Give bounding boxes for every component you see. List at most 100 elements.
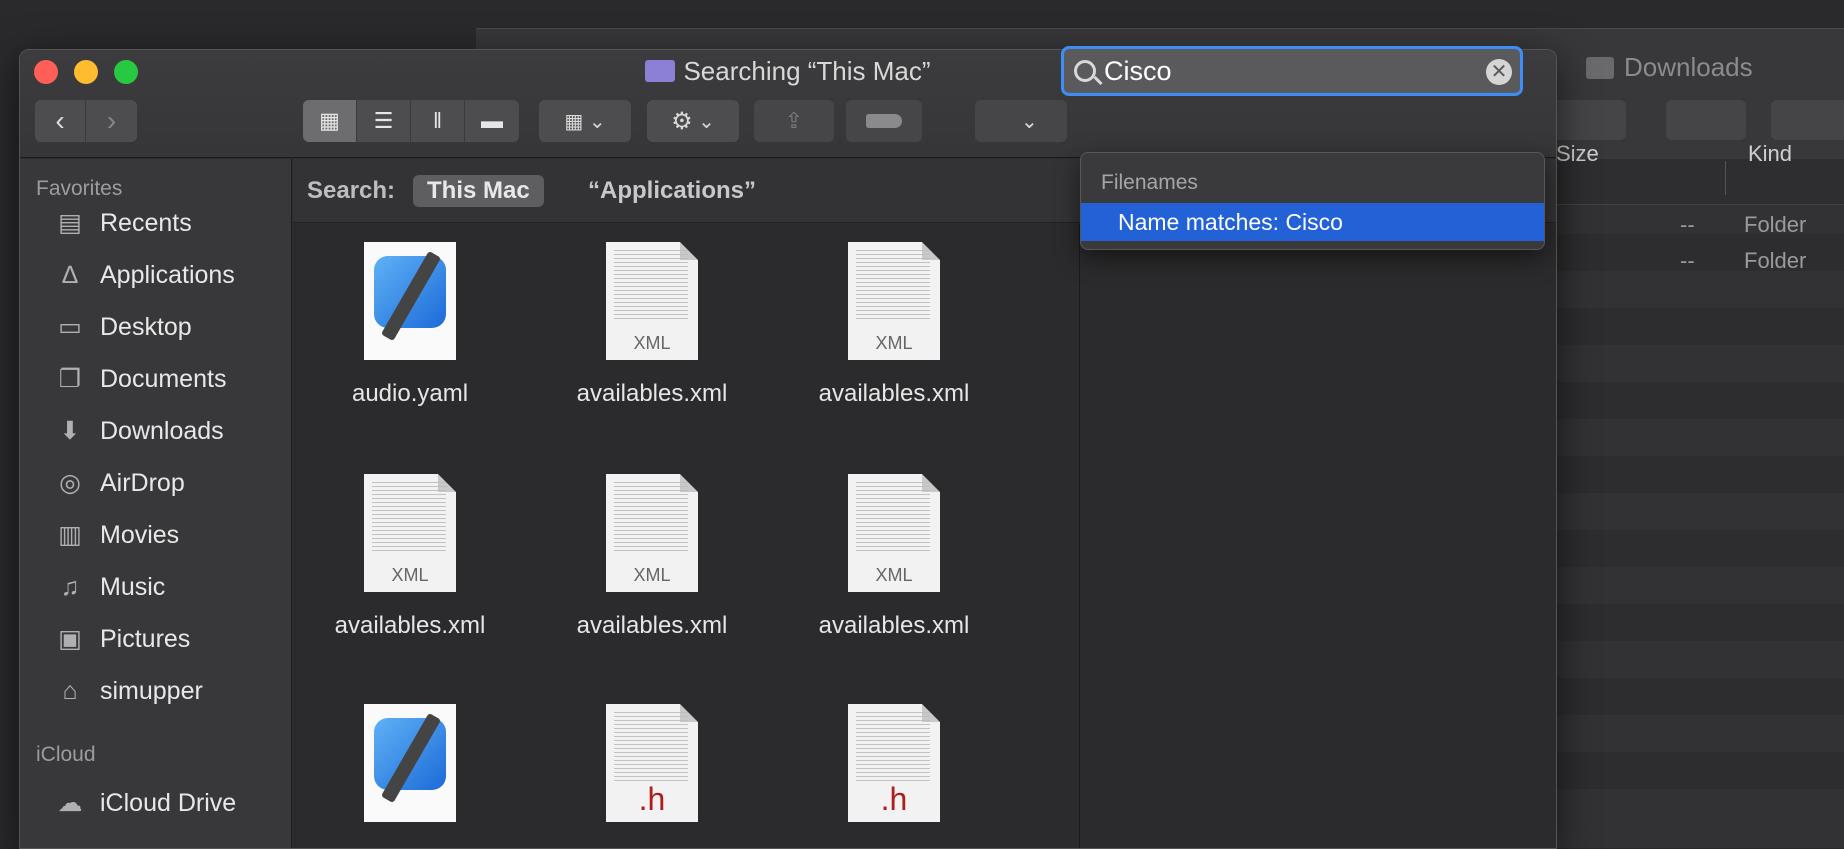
kind-column-header[interactable]: Kind <box>1748 141 1792 167</box>
list-icon: ☰ <box>373 108 394 133</box>
preview-pane <box>1079 224 1556 848</box>
sidebar-item-pictures[interactable]: ▣ Pictures <box>52 617 190 661</box>
xcode-document-icon <box>364 704 456 822</box>
sidebar-item-downloads[interactable]: ⬇ Downloads <box>52 409 224 453</box>
tags-button[interactable] <box>846 100 922 142</box>
cloud-icon: ☁ <box>57 789 83 817</box>
file-name: availables.xml <box>576 380 728 407</box>
file-grid: audio.yaml XML availables.xml XML availa… <box>293 224 1078 848</box>
share-icon: ⇪ <box>784 108 804 133</box>
search-scope-label: Search: <box>307 177 396 204</box>
file-item[interactable]: audio.yaml <box>300 242 520 408</box>
file-item[interactable]: XML availables.xml <box>300 474 520 640</box>
home-icon: ⌂ <box>62 676 78 705</box>
chevron-down-icon: ⌄ <box>698 110 715 133</box>
search-field[interactable]: ✕ <box>1061 46 1523 96</box>
file-item[interactable]: .h <box>542 704 762 842</box>
sidebar-item-applications[interactable]: ∆ Applications <box>52 253 234 297</box>
search-suggestions-menu: Filenames Name matches: Cisco <box>1080 152 1545 250</box>
file-item[interactable]: XML availables.xml <box>784 242 1004 408</box>
icon-view-button[interactable]: ▦ <box>303 100 357 142</box>
list-view-button[interactable]: ☰ <box>357 100 411 142</box>
background-share-button <box>1666 100 1746 140</box>
scope-applications-button[interactable]: “Applications” <box>588 177 756 205</box>
row-kind: Folder <box>1744 248 1807 273</box>
file-item[interactable]: XML availables.xml <box>542 474 762 640</box>
gallery-icon: ▬ <box>481 108 503 133</box>
xcode-document-icon <box>364 242 456 360</box>
sidebar-heading-icloud: iCloud <box>36 743 96 766</box>
row-kind: Folder <box>1744 212 1807 237</box>
gear-icon: ⚙ <box>671 107 693 135</box>
forward-button[interactable]: › <box>86 100 137 142</box>
file-name: availables.xml <box>818 380 970 407</box>
search-icon <box>1074 60 1103 86</box>
chevron-left-icon: ‹ <box>55 105 65 136</box>
header-file-icon: .h <box>848 704 940 822</box>
file-item[interactable]: XML availables.xml <box>784 474 1004 640</box>
sidebar-item-music[interactable]: ♫ Music <box>52 565 166 609</box>
file-item[interactable]: XML availables.xml <box>542 242 762 408</box>
tag-icon <box>866 114 902 128</box>
scope-this-mac-button[interactable]: This Mac <box>413 175 544 207</box>
background-tag-button <box>1771 100 1844 140</box>
sidebar-item-documents[interactable]: ❐ Documents <box>52 357 227 401</box>
sidebar-item-recents[interactable]: ▤ Recents <box>52 201 192 245</box>
action-menu-button[interactable]: ⚙ ⌄ <box>647 100 739 142</box>
xml-document-icon: XML <box>848 474 940 592</box>
size-column-header[interactable]: Size <box>1556 141 1599 167</box>
share-button[interactable]: ⇪ <box>754 100 834 142</box>
movies-icon: ▥ <box>58 521 82 549</box>
grid-icon: ▦ <box>319 108 340 133</box>
gallery-view-button[interactable]: ▬ <box>465 100 519 142</box>
file-item[interactable]: .h <box>784 704 1004 842</box>
pictures-icon: ▣ <box>58 625 82 653</box>
airdrop-icon: ◎ <box>59 469 81 497</box>
grid-icon: ▦ <box>564 110 584 133</box>
recents-icon: ▤ <box>58 209 82 237</box>
suggestions-section-heading: Filenames <box>1101 171 1198 194</box>
smart-folder-icon <box>645 60 676 82</box>
music-icon: ♫ <box>60 572 80 601</box>
group-by-button[interactable]: ▦ ⌄ <box>539 100 631 142</box>
header-file-icon: .h <box>606 704 698 822</box>
folder-icon <box>1586 56 1614 79</box>
chevron-down-icon: ⌄ <box>588 110 606 133</box>
file-item[interactable] <box>300 704 520 842</box>
row-size: -- <box>1680 248 1695 273</box>
columns-icon: ‖ <box>432 108 443 133</box>
xml-document-icon: XML <box>848 242 940 360</box>
xml-document-icon: XML <box>364 474 456 592</box>
background-action-button <box>1546 100 1626 140</box>
sidebar-item-movies[interactable]: ▥ Movies <box>52 513 179 557</box>
sidebar: Favorites ▤ Recents ∆ Applications ▭ Deskto… <box>20 159 292 848</box>
suggestion-name-matches[interactable]: Name matches: Cisco <box>1081 203 1544 241</box>
search-input[interactable] <box>1104 55 1464 87</box>
background-window-title: Downloads <box>1586 52 1753 83</box>
applications-icon: ∆ <box>62 260 78 289</box>
view-mode-selector: ▦ ☰ ‖ ▬ <box>303 100 519 142</box>
chevron-right-icon: › <box>106 105 117 136</box>
sidebar-item-icloud-drive[interactable]: ☁ iCloud Drive <box>52 781 237 825</box>
file-name: audio.yaml <box>351 380 469 407</box>
sidebar-item-home[interactable]: ⌂ simupper <box>52 669 202 713</box>
sidebar-heading-favorites: Favorites <box>36 177 123 200</box>
xml-document-icon: XML <box>606 474 698 592</box>
column-view-button[interactable]: ‖ <box>411 100 465 142</box>
clear-search-button[interactable]: ✕ <box>1486 59 1512 85</box>
downloads-icon: ⬇ <box>59 417 81 445</box>
file-name: availables.xml <box>818 612 970 639</box>
xml-document-icon: XML <box>606 242 698 360</box>
navigation-buttons: ‹ › <box>35 100 137 142</box>
row-size: -- <box>1680 212 1695 237</box>
desktop-icon: ▭ <box>58 313 82 341</box>
file-name: availables.xml <box>334 612 486 639</box>
chevron-down-icon: ⌄ <box>1020 110 1038 133</box>
sidebar-item-airdrop[interactable]: ◎ AirDrop <box>52 461 185 505</box>
sidebar-item-desktop[interactable]: ▭ Desktop <box>52 305 192 349</box>
documents-icon: ❐ <box>58 365 82 393</box>
sort-dropdown[interactable]: ⌄ <box>975 100 1067 142</box>
back-button[interactable]: ‹ <box>35 100 86 142</box>
file-name: availables.xml <box>576 612 728 639</box>
column-divider <box>1725 161 1726 195</box>
